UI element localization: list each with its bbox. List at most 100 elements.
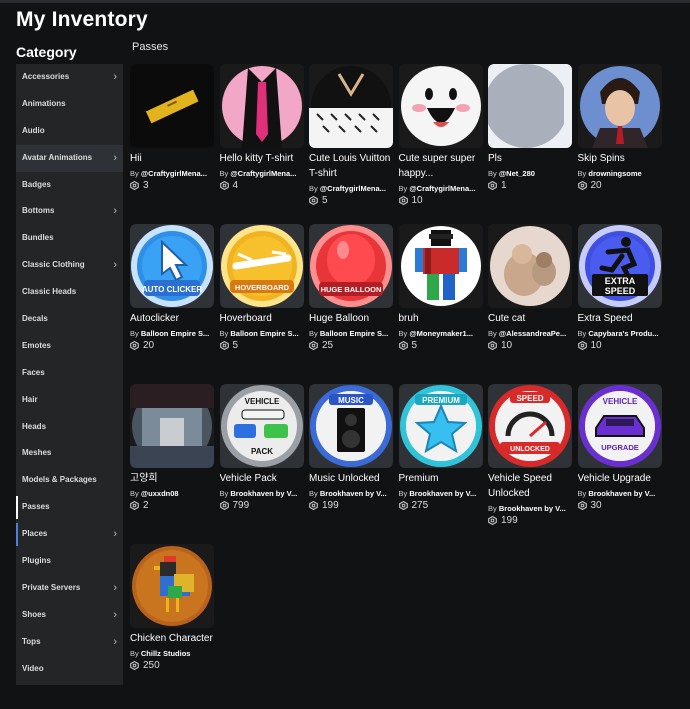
item-name[interactable]: Vehicle Upgrade bbox=[578, 471, 662, 486]
item-card[interactable]: HOVERBOARD Hoverboard By Balloon Empire S.… bbox=[219, 224, 304, 351]
sidebar-item-models-packages[interactable]: Models & Packages bbox=[16, 467, 123, 494]
item-name[interactable]: Hii bbox=[130, 151, 214, 166]
sidebar-item-video[interactable]: Video bbox=[16, 656, 123, 683]
item-name[interactable]: Hello kitty T-shirt bbox=[220, 151, 304, 166]
creator-link[interactable]: @CraftygirlMena... bbox=[141, 169, 207, 178]
item-name[interactable]: Cute Louis Vuitton T-shirt bbox=[309, 151, 393, 181]
item-card[interactable]: HUGE BALLOON Huge Balloon By Balloon Empir… bbox=[309, 224, 393, 351]
sidebar-item-classic-heads[interactable]: Classic Heads bbox=[16, 279, 123, 306]
item-name[interactable]: Hoverboard bbox=[220, 311, 304, 326]
item-card[interactable]: EXTRA SPEED Extra Speed By Capybara's Produ… bbox=[577, 224, 662, 351]
creator-link[interactable]: @CraftygirlMena... bbox=[230, 169, 296, 178]
creator-link[interactable]: Balloon Empire S... bbox=[320, 329, 388, 338]
item-card[interactable]: PREMIUM Premium By Brookhaven by V... 275 bbox=[398, 384, 483, 511]
item-thumbnail[interactable]: AUTO CLICKER bbox=[130, 224, 214, 308]
creator-link[interactable]: @uxxdn08 bbox=[141, 489, 179, 498]
item-name[interactable]: Vehicle Pack bbox=[220, 471, 304, 486]
creator-link[interactable]: Brookhaven by V... bbox=[320, 489, 387, 498]
creator-link[interactable]: Brookhaven by V... bbox=[409, 489, 476, 498]
item-thumbnail[interactable]: EXTRA SPEED bbox=[577, 224, 662, 308]
sidebar-item-accessories[interactable]: Accessories › bbox=[16, 64, 123, 91]
item-thumbnail[interactable] bbox=[398, 64, 483, 148]
item-card[interactable]: Chicken Character By Chillz Studios 250 bbox=[130, 544, 214, 671]
sidebar-item-bundles[interactable]: Bundles bbox=[16, 225, 123, 252]
item-name[interactable]: bruh bbox=[399, 311, 483, 326]
robux-icon bbox=[130, 341, 139, 350]
item-card[interactable]: VEHICLE PACK Vehicle Pack By Brookhaven by … bbox=[219, 384, 304, 511]
sidebar-item-faces[interactable]: Faces bbox=[16, 360, 123, 387]
item-thumbnail[interactable]: HUGE BALLOON bbox=[309, 224, 393, 308]
creator-link[interactable]: @Net_280 bbox=[499, 169, 535, 178]
sidebar-item-private-servers[interactable]: Private Servers › bbox=[16, 575, 123, 602]
sidebar-item-shoes[interactable]: Shoes › bbox=[16, 602, 123, 629]
item-thumbnail[interactable] bbox=[488, 64, 572, 148]
item-thumbnail[interactable] bbox=[488, 224, 572, 308]
item-thumbnail[interactable] bbox=[130, 544, 214, 628]
item-thumbnail[interactable] bbox=[130, 64, 214, 148]
item-card[interactable]: SPEED UNLOCKED Vehicle Speed Unlocked By Br… bbox=[488, 384, 572, 526]
item-thumbnail[interactable] bbox=[309, 64, 393, 148]
item-card[interactable]: bruh By @Moneymaker1... 5 bbox=[398, 224, 483, 351]
creator-link[interactable]: Brookhaven by V... bbox=[230, 489, 297, 498]
creator-link[interactable]: @CraftygirlMena... bbox=[409, 184, 475, 193]
item-name[interactable]: Cute cat bbox=[488, 311, 572, 326]
creator-link[interactable]: Brookhaven by V... bbox=[588, 489, 655, 498]
item-name[interactable]: Vehicle Speed Unlocked bbox=[488, 471, 572, 501]
item-card[interactable]: Hello kitty T-shirt By @CraftygirlMena...… bbox=[219, 64, 304, 191]
sidebar-item-bottoms[interactable]: Bottoms › bbox=[16, 198, 123, 225]
sidebar-item-heads[interactable]: Heads bbox=[16, 414, 123, 441]
item-name[interactable]: 고양희 bbox=[130, 471, 214, 486]
item-card[interactable]: Skip Spins By drowningsome 20 bbox=[577, 64, 662, 191]
item-card[interactable]: Hii By @CraftygirlMena... 3 bbox=[130, 64, 214, 191]
item-name[interactable]: Skip Spins bbox=[578, 151, 662, 166]
creator-link[interactable]: Capybara's Produ... bbox=[588, 329, 658, 338]
item-name[interactable]: Huge Balloon bbox=[309, 311, 393, 326]
item-name[interactable]: Music Unlocked bbox=[309, 471, 393, 486]
item-card[interactable]: 고양희 By @uxxdn08 2 bbox=[130, 384, 214, 511]
creator-link[interactable]: @Moneymaker1... bbox=[409, 329, 473, 338]
sidebar-item-emotes[interactable]: Emotes bbox=[16, 333, 123, 360]
item-thumbnail[interactable]: PREMIUM bbox=[398, 384, 483, 468]
sidebar-item-decals[interactable]: Decals bbox=[16, 306, 123, 333]
sidebar-item-plugins[interactable]: Plugins bbox=[16, 548, 123, 575]
item-card[interactable]: Cute super super happy... By @CraftygirlM… bbox=[398, 64, 483, 206]
sidebar-item-avatar-animations[interactable]: Avatar Animations › bbox=[16, 144, 123, 172]
sidebar-item-badges[interactable]: Badges bbox=[16, 172, 123, 199]
sidebar-item-classic-clothing[interactable]: Classic Clothing › bbox=[16, 252, 123, 279]
item-thumbnail[interactable]: MUSIC bbox=[309, 384, 393, 468]
item-thumbnail[interactable]: HOVERBOARD bbox=[219, 224, 304, 308]
sidebar-item-audio[interactable]: Audio bbox=[16, 118, 123, 145]
item-card[interactable]: MUSIC Music Unlocked By Brookhaven by V...… bbox=[309, 384, 393, 511]
sidebar-item-passes[interactable]: Passes bbox=[16, 494, 123, 521]
sidebar-item-places[interactable]: Places › bbox=[16, 521, 123, 548]
creator-link[interactable]: Balloon Empire S... bbox=[230, 329, 298, 338]
item-name[interactable]: Chicken Character bbox=[130, 631, 214, 646]
item-thumbnail[interactable] bbox=[577, 64, 662, 148]
item-card[interactable]: Pls By @Net_280 1 bbox=[488, 64, 572, 191]
sidebar-item-animations[interactable]: Animations bbox=[16, 91, 123, 118]
item-thumbnail[interactable] bbox=[130, 384, 214, 468]
item-thumbnail[interactable] bbox=[219, 64, 304, 148]
item-thumbnail[interactable]: VEHICLE UPGRADE bbox=[577, 384, 662, 468]
sidebar-item-hair[interactable]: Hair bbox=[16, 387, 123, 414]
creator-link[interactable]: Balloon Empire S... bbox=[141, 329, 209, 338]
creator-link[interactable]: drowningsome bbox=[588, 169, 641, 178]
item-name[interactable]: Extra Speed bbox=[578, 311, 662, 326]
item-card[interactable]: VEHICLE UPGRADE Vehicle Upgrade By Brookhav… bbox=[577, 384, 662, 511]
item-card[interactable]: AUTO CLICKER Autoclicker By Balloon Empire… bbox=[130, 224, 214, 351]
creator-link[interactable]: @CraftygirlMena... bbox=[320, 184, 386, 193]
item-name[interactable]: Pls bbox=[488, 151, 572, 166]
item-name[interactable]: Premium bbox=[399, 471, 483, 486]
item-card[interactable]: Cute Louis Vuitton T-shirt By @Craftygirl… bbox=[309, 64, 393, 206]
item-thumbnail[interactable] bbox=[398, 224, 483, 308]
sidebar-item-tops[interactable]: Tops › bbox=[16, 629, 123, 656]
creator-link[interactable]: Chillz Studios bbox=[141, 649, 191, 658]
item-thumbnail[interactable]: VEHICLE PACK bbox=[219, 384, 304, 468]
item-name[interactable]: Autoclicker bbox=[130, 311, 214, 326]
item-thumbnail[interactable]: SPEED UNLOCKED bbox=[488, 384, 572, 468]
creator-link[interactable]: @AlessandreaPe... bbox=[499, 329, 566, 338]
sidebar-item-meshes[interactable]: Meshes bbox=[16, 440, 123, 467]
creator-link[interactable]: Brookhaven by V... bbox=[499, 504, 566, 513]
item-name[interactable]: Cute super super happy... bbox=[399, 151, 483, 181]
item-card[interactable]: Cute cat By @AlessandreaPe... 10 bbox=[488, 224, 572, 351]
